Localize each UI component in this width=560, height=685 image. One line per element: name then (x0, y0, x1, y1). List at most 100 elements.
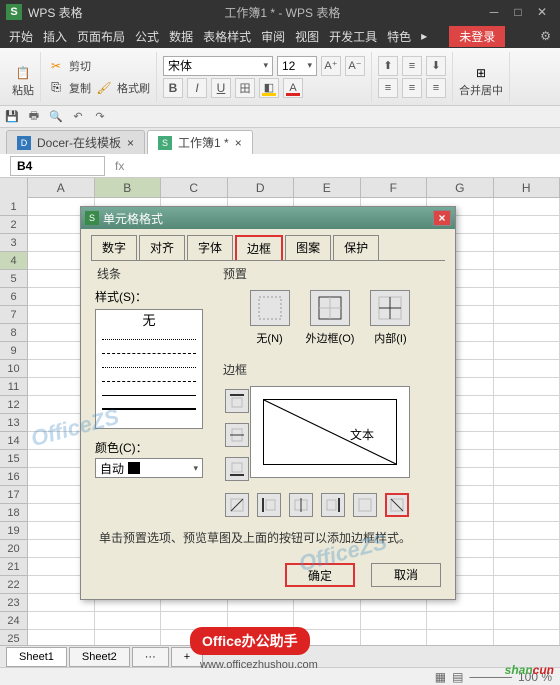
maximize-button[interactable]: □ (506, 2, 530, 22)
minimize-button[interactable]: ─ (482, 2, 506, 22)
col-header[interactable]: H (494, 178, 560, 197)
row-header[interactable]: 8 (0, 324, 28, 342)
increase-font-button[interactable]: A⁺ (321, 56, 341, 76)
style-option[interactable] (96, 346, 202, 360)
menu-data[interactable]: 数据 (164, 28, 198, 45)
row-header[interactable]: 22 (0, 576, 28, 594)
cell[interactable] (494, 468, 560, 485)
tab-pattern[interactable]: 图案 (285, 235, 331, 260)
style-option[interactable] (96, 332, 202, 346)
cell[interactable] (494, 234, 560, 251)
row-header[interactable]: 14 (0, 432, 28, 450)
align-bottom-button[interactable]: ⬇ (426, 56, 446, 76)
copy-icon[interactable]: ⎘ (47, 79, 65, 97)
cell[interactable] (494, 306, 560, 323)
cell[interactable] (427, 612, 494, 629)
tab-align[interactable]: 对齐 (139, 235, 185, 260)
col-header[interactable]: G (427, 178, 494, 197)
border-bottom-button[interactable] (225, 457, 249, 481)
row-header[interactable]: 23 (0, 594, 28, 612)
row-header[interactable]: 13 (0, 414, 28, 432)
paste-icon[interactable]: 📋 (14, 66, 32, 80)
cell[interactable] (361, 612, 428, 629)
row-header[interactable]: 12 (0, 396, 28, 414)
cell[interactable] (494, 360, 560, 377)
preset-inside-button[interactable]: 内部(I) (370, 290, 410, 346)
row-header[interactable]: 9 (0, 342, 28, 360)
row-header[interactable]: 19 (0, 522, 28, 540)
menu-dev-tools[interactable]: 开发工具 (324, 28, 382, 45)
dialog-close-button[interactable]: × (433, 210, 451, 226)
print-icon[interactable]: 🖶 (26, 109, 42, 125)
border-right-button[interactable] (321, 493, 345, 517)
font-name-select[interactable]: 宋体▾ (163, 56, 273, 76)
col-header[interactable]: E (294, 178, 361, 197)
border-button[interactable]: 田 (235, 78, 255, 98)
tab-docer[interactable]: DDocer-在线模板× (6, 130, 145, 154)
align-top-button[interactable]: ⬆ (378, 56, 398, 76)
tab-number[interactable]: 数字 (91, 235, 137, 260)
preview-icon[interactable]: 🔍 (48, 109, 64, 125)
border-preview[interactable]: 文本 (250, 386, 410, 478)
menu-start[interactable]: 开始 (4, 28, 38, 45)
col-header[interactable]: B (95, 178, 162, 197)
cell[interactable] (494, 504, 560, 521)
cell[interactable] (494, 594, 560, 611)
cell[interactable] (28, 612, 95, 629)
row-header[interactable]: 5 (0, 270, 28, 288)
merge-center-label[interactable]: 合并居中 (459, 82, 503, 98)
menu-formula[interactable]: 公式 (130, 28, 164, 45)
row-header[interactable]: 15 (0, 450, 28, 468)
border-left-button[interactable] (257, 493, 281, 517)
line-style-list[interactable]: 无 (95, 309, 203, 429)
bold-button[interactable]: B (163, 78, 183, 98)
cut-icon[interactable]: ✂ (47, 57, 65, 75)
save-icon[interactable]: 💾 (4, 109, 20, 125)
cell[interactable] (494, 216, 560, 233)
fill-color-button[interactable]: ◧ (259, 78, 279, 98)
sheet-tab-2[interactable]: Sheet2 (69, 647, 130, 667)
redo-icon[interactable]: ↷ (92, 109, 108, 125)
view-normal-icon[interactable]: ▦ (435, 670, 446, 684)
style-option[interactable] (96, 402, 202, 416)
cell[interactable] (494, 522, 560, 539)
underline-button[interactable]: U (211, 78, 231, 98)
cell[interactable] (494, 576, 560, 593)
cell[interactable] (494, 324, 560, 341)
tab-workbook[interactable]: S工作簿1 *× (147, 130, 253, 154)
cell[interactable] (494, 612, 560, 629)
font-color-button[interactable]: A (283, 78, 303, 98)
cell[interactable] (494, 270, 560, 287)
row-header[interactable]: 10 (0, 360, 28, 378)
border-hmiddle-button[interactable] (225, 423, 249, 447)
row-header[interactable]: 3 (0, 234, 28, 252)
tab-border[interactable]: 边框 (235, 235, 283, 260)
cell[interactable] (494, 198, 560, 215)
menu-insert[interactable]: 插入 (38, 28, 72, 45)
cut-label[interactable]: 剪切 (69, 58, 91, 74)
row-header[interactable]: 18 (0, 504, 28, 522)
menu-page-layout[interactable]: 页面布局 (72, 28, 130, 45)
col-header[interactable]: C (161, 178, 228, 197)
preset-outline-button[interactable]: 外边框(O) (306, 290, 355, 346)
row-header[interactable]: 20 (0, 540, 28, 558)
close-tab-icon[interactable]: × (235, 136, 242, 150)
preset-none-button[interactable]: 无(N) (250, 290, 290, 346)
ok-button[interactable]: 确定 (285, 563, 355, 587)
decrease-font-button[interactable]: A⁻ (345, 56, 365, 76)
col-header[interactable]: D (228, 178, 295, 197)
color-select[interactable]: 自动▾ (95, 458, 203, 478)
cell[interactable] (494, 396, 560, 413)
undo-icon[interactable]: ↶ (70, 109, 86, 125)
align-left-button[interactable]: ≡ (378, 78, 398, 98)
border-outline-button[interactable] (353, 493, 377, 517)
col-header[interactable]: F (361, 178, 428, 197)
menu-review[interactable]: 审阅 (256, 28, 290, 45)
settings-gear-icon[interactable]: ⚙ (535, 29, 556, 43)
view-page-icon[interactable]: ▤ (452, 670, 463, 684)
row-header[interactable]: 6 (0, 288, 28, 306)
fx-icon[interactable]: fx (115, 159, 124, 173)
style-none[interactable]: 无 (96, 310, 202, 332)
close-button[interactable]: ✕ (530, 2, 554, 22)
tab-font[interactable]: 字体 (187, 235, 233, 260)
